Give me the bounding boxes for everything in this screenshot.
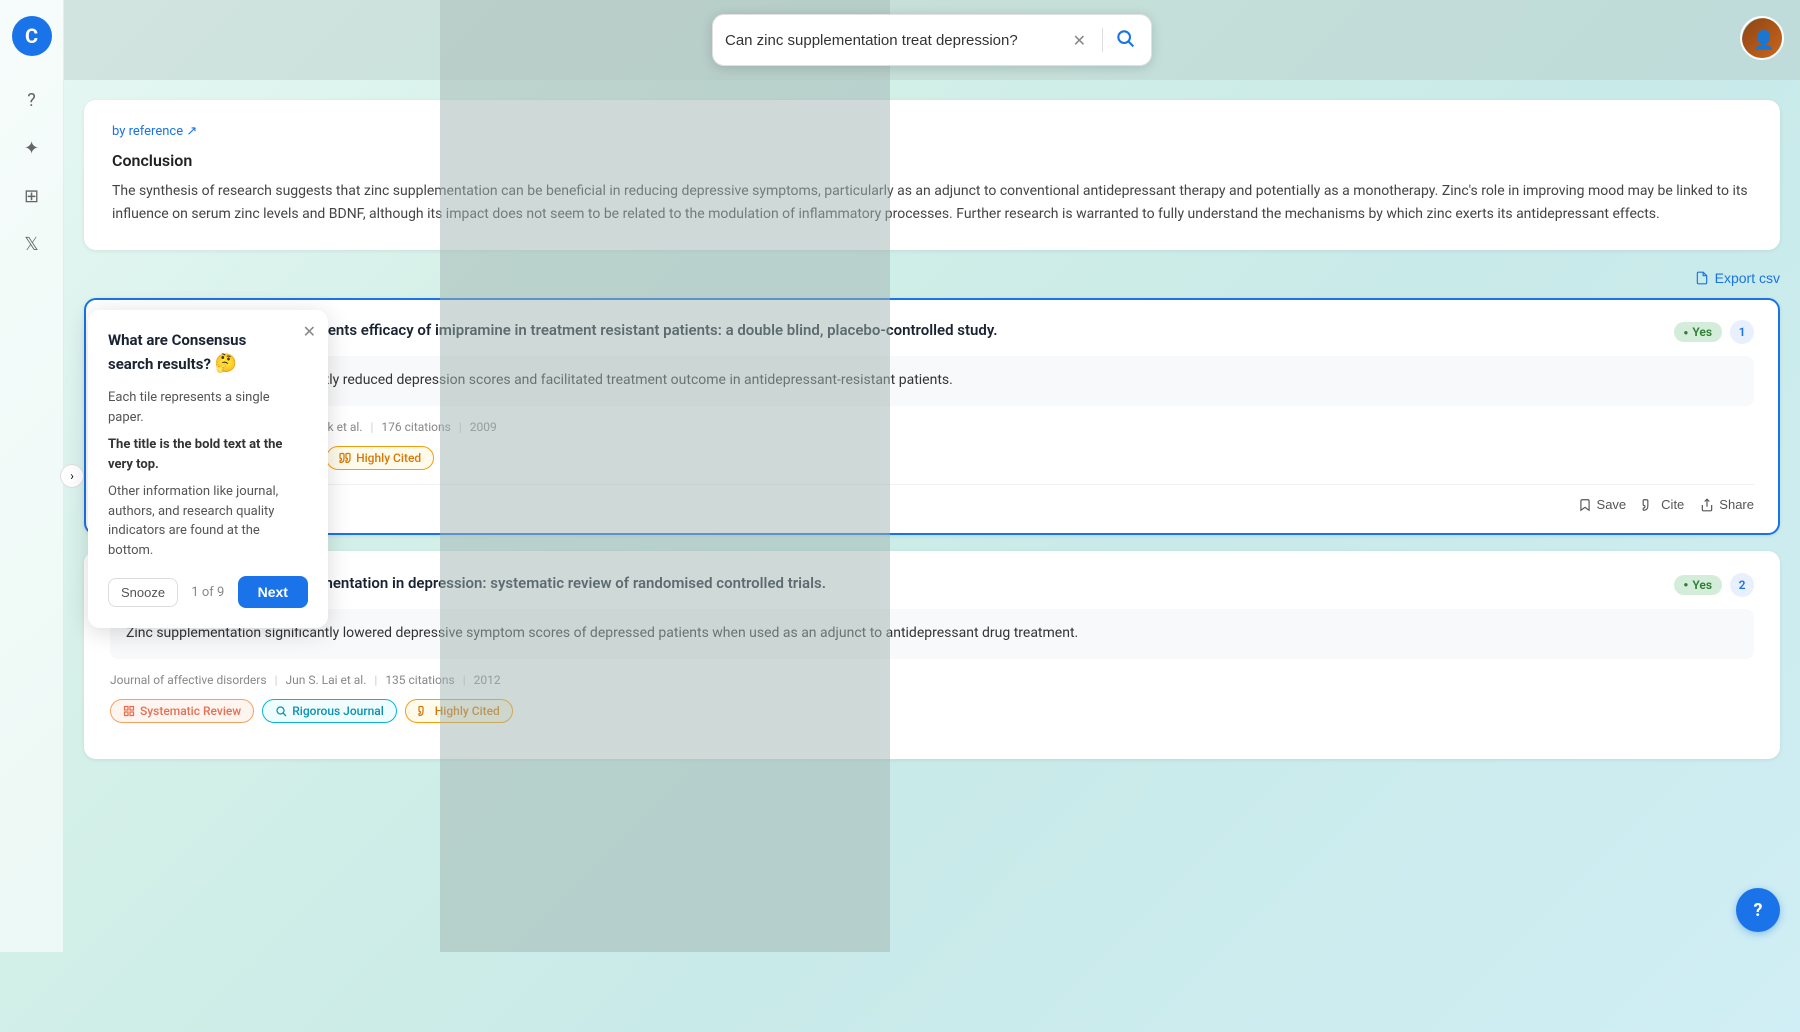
paper-header-2: 📄 The efficacy of zinc supplementation i… (110, 573, 1754, 597)
paper-card-2: 📄 The efficacy of zinc supplementation i… (84, 551, 1780, 759)
tooltip-card: ✕ What are Consensus search results? 🤔 E… (88, 310, 328, 628)
share-btn-1[interactable]: Share (1700, 497, 1754, 512)
paper-meta-1: Journal of affective disorders | M. Siwe… (110, 420, 1754, 434)
sidebar-expand-btn[interactable]: › (60, 464, 84, 488)
cite-btn-1[interactable]: Cite (1642, 497, 1684, 512)
journal-2: Journal of affective disorders (110, 673, 267, 687)
save-btn-1[interactable]: Save (1578, 497, 1627, 512)
content-area: by reference ↗ Conclusion The synthesis … (84, 80, 1780, 795)
next-button[interactable]: Next (238, 576, 308, 608)
logo-icon[interactable]: C (12, 16, 52, 56)
yes-badge-1: Yes (1674, 322, 1722, 342)
paper-tags-2: Systematic Review Rigorous Journal Highl… (110, 699, 1754, 723)
paper-meta-2: Journal of affective disorders | Jun S. … (110, 673, 1754, 687)
snooze-button[interactable]: Snooze (108, 578, 178, 607)
paper-verdict-badges-1: Yes 1 (1674, 320, 1754, 344)
action-buttons-1: Save Cite Share (1578, 497, 1754, 512)
tag-rigorous-2: Rigorous Journal (262, 699, 397, 723)
sidebar-item-grid[interactable]: ⊞ (12, 176, 52, 216)
search-overlay: ✕ (64, 0, 1800, 80)
yes-badge-2: Yes (1674, 575, 1722, 595)
reference-link[interactable]: by reference ↗ (112, 124, 1752, 139)
paper-snippet-2: Zinc supplementation significantly lower… (110, 609, 1754, 659)
tooltip-bold-text: The title is the bold text at the very t… (108, 437, 282, 472)
paper-header-1: 📄 Zinc supplementation augments efficacy… (110, 320, 1754, 344)
search-bar: ✕ (712, 14, 1152, 66)
tooltip-body-1: Each tile represents a single paper. (108, 388, 308, 427)
user-avatar[interactable]: 👤 (1740, 16, 1784, 60)
sidebar-item-twitter[interactable]: 𝕏 (12, 224, 52, 264)
center-overlay-panel (440, 0, 890, 952)
paper-card-1: 📄 Zinc supplementation augments efficacy… (84, 298, 1780, 535)
progress-text: 1 of 9 (191, 585, 224, 600)
number-badge-1: 1 (1730, 320, 1754, 344)
paper-snippet-1: Zinc supplementation significantly reduc… (110, 356, 1754, 406)
paper-verdict-badges-2: Yes 2 (1674, 573, 1754, 597)
conclusion-card: by reference ↗ Conclusion The synthesis … (84, 100, 1780, 250)
conclusion-heading: Conclusion (112, 151, 1752, 170)
help-button[interactable]: ? (1736, 888, 1780, 932)
export-label: Export csv (1715, 270, 1780, 286)
paper-actions-1: ▾ ✦ Study Snapshot Save Cite Sha (110, 484, 1754, 513)
tag-systematic-2: Systematic Review (110, 699, 254, 723)
tag-cited-1: Highly Cited (326, 446, 434, 470)
divider (1102, 28, 1103, 52)
sidebar-item-question[interactable]: ? (12, 80, 52, 120)
tooltip-body-3: Other information like journal, authors,… (108, 482, 308, 560)
tooltip-title: What are Consensus search results? 🤔 (108, 330, 308, 376)
conclusion-text: The synthesis of research suggests that … (112, 180, 1752, 226)
export-csv-button[interactable]: Export csv (1695, 270, 1780, 286)
tooltip-close-btn[interactable]: ✕ (303, 322, 316, 342)
sidebar-item-ai[interactable]: ✦ (12, 128, 52, 168)
tooltip-body-2: The title is the bold text at the very t… (108, 435, 308, 474)
tooltip-footer: Snooze 1 of 9 Next (108, 576, 308, 608)
export-row: Export csv (84, 270, 1780, 286)
search-button[interactable] (1111, 24, 1139, 57)
number-badge-2: 2 (1730, 573, 1754, 597)
authors-2: Jun S. Lai et al. (286, 673, 367, 687)
tooltip-emoji: 🤔 (215, 353, 237, 374)
sidebar: C ? ✦ ⊞ 𝕏 › (0, 0, 64, 952)
search-input[interactable] (725, 32, 1069, 49)
clear-icon[interactable]: ✕ (1069, 27, 1090, 54)
paper-tags-1: RCT Rigorous Journal Highly Cited (110, 446, 1754, 470)
